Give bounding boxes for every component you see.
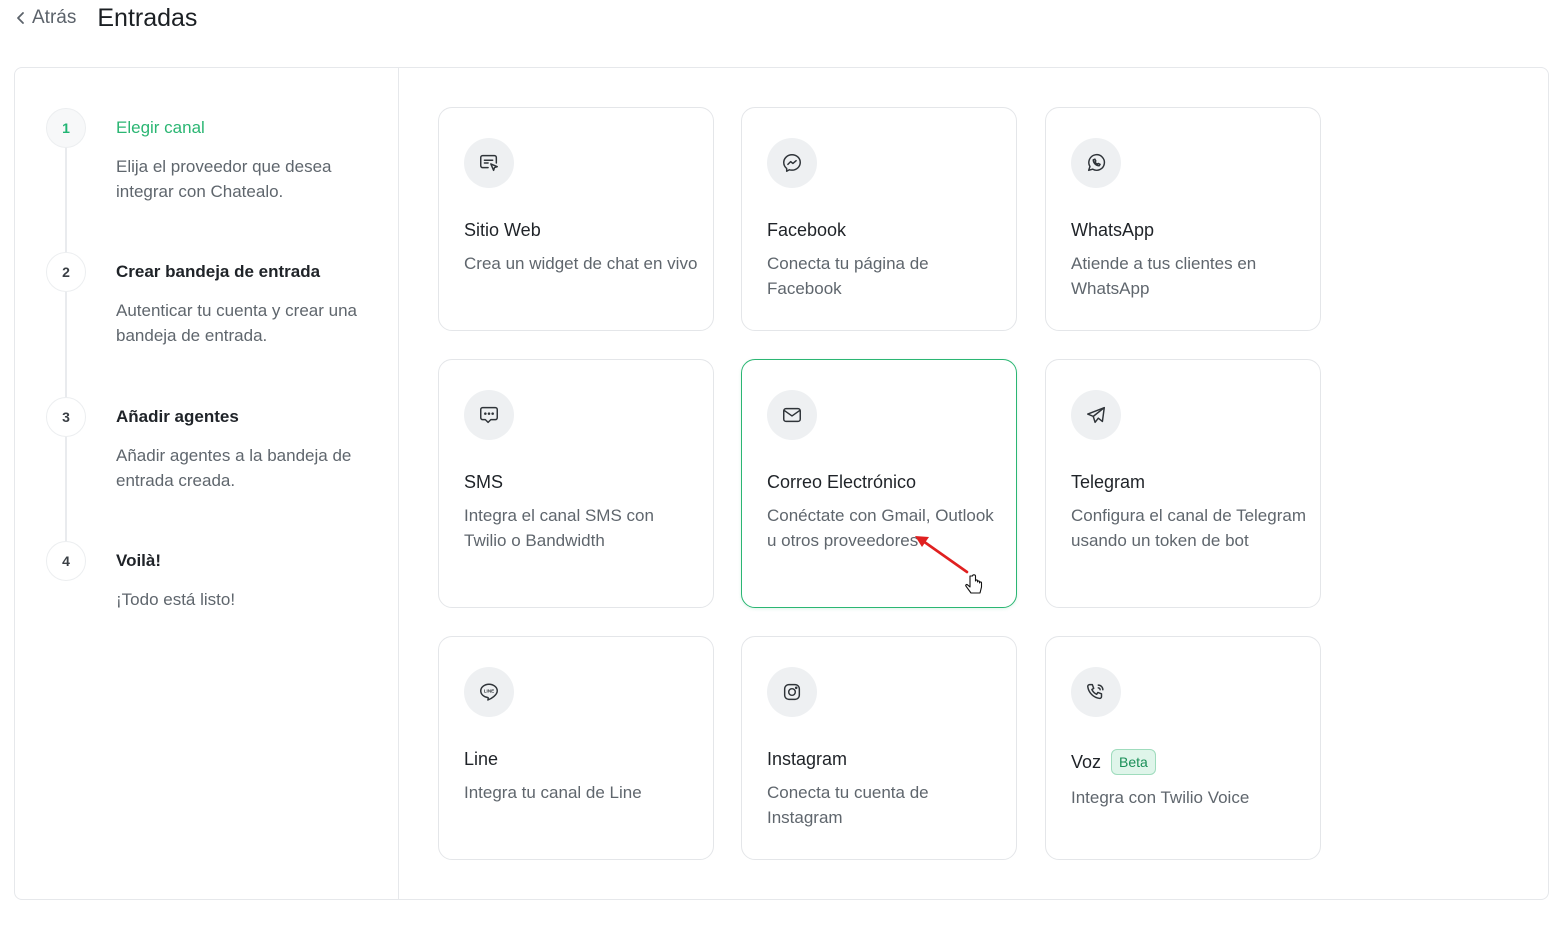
svg-text:LINE: LINE — [484, 689, 494, 694]
sms-icon — [480, 406, 498, 424]
step-number: 3 — [46, 397, 86, 437]
instagram-icon — [783, 683, 801, 701]
step-description: ¡Todo está listo! — [116, 590, 236, 609]
telegram-icon — [1087, 406, 1105, 424]
channel-description: Integra tu canal de Line — [464, 783, 642, 802]
wizard-steps: 1 Elegir canal Elija el proveedor que de… — [15, 68, 399, 899]
channel-description: Crea un widget de chat en vivo — [464, 254, 698, 273]
channel-description: Conéctate con Gmail, Outlook u otros pro… — [767, 506, 994, 550]
email-icon — [783, 407, 801, 423]
page-title: Entradas — [97, 3, 198, 32]
messenger-icon — [783, 154, 801, 172]
steps-connector-line — [65, 128, 67, 558]
channel-description: Integra con Twilio Voice — [1071, 788, 1250, 807]
step-number: 1 — [46, 108, 86, 148]
step-number: 2 — [46, 252, 86, 292]
step-title: Voilà! — [116, 551, 162, 570]
channel-title: Line — [464, 749, 499, 769]
beta-badge: Beta — [1111, 749, 1156, 775]
line-icon: LINE — [480, 683, 498, 701]
channel-title: WhatsApp — [1071, 220, 1155, 240]
channel-description: Conecta tu página de Facebook — [767, 254, 929, 298]
step-description: Elija el proveedor que desea integrar co… — [116, 157, 332, 201]
website-chat-icon — [480, 154, 498, 172]
channel-title: SMS — [464, 472, 504, 492]
step-description: Añadir agentes a la bandeja de entrada c… — [116, 446, 352, 490]
top-bar: Atrás Entradas — [14, 0, 197, 36]
channel-card-instagram[interactable]: Instagram Conecta tu cuenta de Instagram — [741, 636, 1017, 860]
step-title: Elegir canal — [116, 118, 205, 137]
channel-title-text: Voz — [1071, 751, 1102, 772]
channel-title: Sitio Web — [464, 220, 541, 240]
channel-card-whatsapp[interactable]: WhatsApp Atiende a tus clientes en Whats… — [1045, 107, 1321, 331]
channel-description: Integra el canal SMS con Twilio o Bandwi… — [464, 506, 654, 550]
channel-description: Atiende a tus clientes en WhatsApp — [1071, 254, 1257, 298]
channel-card-website[interactable]: Sitio Web Crea un widget de chat en vivo — [438, 107, 714, 331]
channel-card-telegram[interactable]: Telegram Configura el canal de Telegram … — [1045, 359, 1321, 608]
channel-card-line[interactable]: LINE Line Integra tu canal de Line — [438, 636, 714, 860]
channel-description: Configura el canal de Telegram usando un… — [1071, 506, 1306, 550]
step-number: 4 — [46, 541, 86, 581]
chevron-left-icon — [17, 12, 24, 24]
channel-title: Facebook — [767, 220, 847, 240]
channel-title: Correo Electrónico — [767, 472, 917, 492]
phone-call-icon — [1087, 683, 1104, 700]
channel-title: Telegram — [1071, 472, 1146, 492]
channel-card-email[interactable]: Correo Electrónico Conéctate con Gmail, … — [741, 359, 1017, 608]
back-label: Atrás — [32, 7, 77, 28]
whatsapp-icon — [1087, 153, 1106, 172]
channel-card-facebook[interactable]: Facebook Conecta tu página de Facebook — [741, 107, 1017, 331]
back-button[interactable]: Atrás — [14, 7, 76, 29]
channel-title: Instagram — [767, 749, 848, 769]
step-title: Añadir agentes — [116, 407, 239, 426]
step-title: Crear bandeja de entrada — [116, 262, 321, 281]
step-description: Autenticar tu cuenta y crear una bandeja… — [116, 301, 357, 345]
channel-description: Conecta tu cuenta de Instagram — [767, 783, 929, 827]
channel-card-voice[interactable]: Voz Beta Integra con Twilio Voice — [1045, 636, 1321, 860]
channel-card-sms[interactable]: SMS Integra el canal SMS con Twilio o Ba… — [438, 359, 714, 608]
channel-title: Voz Beta — [1071, 749, 1156, 775]
